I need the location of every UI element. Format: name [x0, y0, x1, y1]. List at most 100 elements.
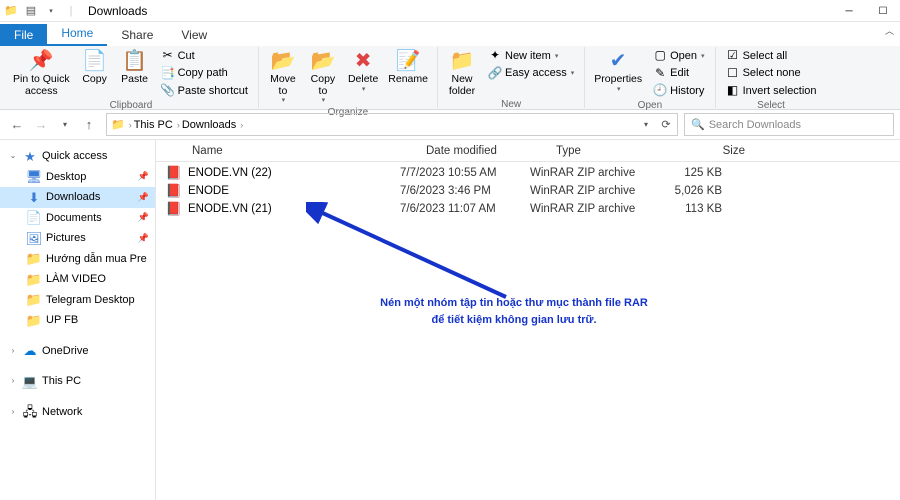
nav-network[interactable]: ›🖧Network — [0, 402, 155, 423]
copy-path-button[interactable]: 📑Copy path — [158, 65, 251, 81]
history-icon: 🕘 — [653, 84, 667, 98]
addr-dropdown-icon[interactable]: ▾ — [637, 116, 655, 134]
col-date[interactable]: Date modified — [420, 145, 550, 157]
nav-documents[interactable]: 📄Documents📌 — [0, 208, 155, 229]
nav-this-pc[interactable]: ›💻This PC — [0, 371, 155, 392]
nav-quick-access[interactable]: ⌄★Quick access — [0, 146, 155, 167]
new-item-button[interactable]: ✦New item▾ — [485, 48, 577, 64]
file-row[interactable]: 📕 ENODE.VN (22) 7/7/2023 10:55 AM WinRAR… — [156, 164, 900, 182]
qat-button-1[interactable]: ▤ — [22, 2, 40, 20]
chevron-right-icon[interactable]: › — [175, 120, 182, 130]
title-bar: 📁 ▤ ▾ | Downloads ─ ☐ — [0, 0, 900, 22]
archive-icon: 📕 — [166, 201, 182, 217]
network-icon: 🖧 — [22, 404, 38, 420]
nav-downloads[interactable]: ⬇Downloads📌 — [0, 187, 155, 208]
chevron-right-icon[interactable]: › — [8, 345, 18, 357]
open-button[interactable]: ▢Open▾ — [650, 48, 707, 64]
copy-button[interactable]: 📄Copy — [75, 47, 115, 88]
move-to-button[interactable]: 📂Move to▾ — [263, 47, 303, 107]
document-icon: 📄 — [26, 210, 42, 226]
group-label-clipboard: Clipboard — [110, 100, 153, 112]
col-name[interactable]: Name — [186, 145, 420, 157]
qat-dropdown[interactable]: ▾ — [42, 2, 60, 20]
search-input[interactable]: 🔍 Search Downloads — [684, 113, 894, 136]
tab-home[interactable]: Home — [47, 22, 107, 46]
chevron-down-icon[interactable]: ⌄ — [8, 150, 18, 162]
rename-button[interactable]: 📝Rename — [383, 47, 433, 88]
pc-icon: 💻 — [22, 373, 38, 389]
invert-selection-button[interactable]: ◧Invert selection — [723, 83, 820, 99]
tab-file[interactable]: File — [0, 24, 47, 46]
rename-icon: 📝 — [396, 49, 420, 73]
group-label-select: Select — [757, 100, 785, 112]
ribbon-tabs: File Home Share View — [0, 22, 900, 46]
paste-icon: 📋 — [123, 49, 147, 73]
folder-icon: 📁 — [26, 292, 42, 308]
folder-icon: 📁 — [26, 271, 42, 287]
history-button[interactable]: 🕘History — [650, 83, 707, 99]
move-icon: 📂 — [271, 49, 295, 73]
up-button[interactable]: ↑ — [78, 114, 100, 136]
address-bar: ← → ▾ ↑ 📁› This PC› Downloads› ▾ ⟳ 🔍 Sea… — [0, 110, 900, 140]
easy-access-button[interactable]: 🔗Easy access▾ — [485, 65, 577, 81]
col-type[interactable]: Type — [550, 145, 662, 157]
tab-view[interactable]: View — [167, 24, 221, 46]
chevron-right-icon[interactable]: › — [8, 406, 18, 418]
download-icon: ⬇ — [26, 189, 42, 205]
chevron-right-icon[interactable]: › — [238, 120, 245, 130]
select-all-button[interactable]: ☑Select all — [723, 48, 820, 64]
group-label-open: Open — [638, 100, 662, 112]
chevron-right-icon[interactable]: › — [8, 375, 18, 387]
pin-icon: 📌 — [138, 211, 149, 225]
select-none-button[interactable]: ☐Select none — [723, 65, 820, 81]
nav-folder-4[interactable]: 📁UP FB — [0, 310, 155, 331]
copy-to-button[interactable]: 📂Copy to▾ — [303, 47, 343, 107]
group-label-new: New — [501, 99, 521, 111]
archive-icon: 📕 — [166, 165, 182, 181]
properties-button[interactable]: ✔Properties▾ — [589, 47, 647, 95]
cut-button[interactable]: ✂Cut — [158, 48, 251, 64]
ribbon-minimize-icon[interactable]: ︿ — [885, 24, 894, 37]
archive-icon: 📕 — [166, 183, 182, 199]
nav-pictures[interactable]: 🖼Pictures📌 — [0, 228, 155, 249]
new-folder-button[interactable]: 📁New folder — [442, 47, 482, 99]
window-title: Downloads — [88, 4, 147, 18]
nav-desktop[interactable]: 🖥Desktop📌 — [0, 167, 155, 188]
edit-button[interactable]: ✎Edit — [650, 65, 707, 81]
properties-icon: ✔ — [606, 49, 630, 73]
chevron-right-icon[interactable]: › — [127, 120, 134, 130]
file-list: 📕 ENODE.VN (22) 7/7/2023 10:55 AM WinRAR… — [156, 162, 900, 220]
delete-button[interactable]: ✖Delete▾ — [343, 47, 383, 95]
col-size[interactable]: Size — [662, 145, 752, 157]
desktop-icon: 🖥 — [26, 169, 42, 185]
forward-button[interactable]: → — [30, 114, 52, 136]
back-button[interactable]: ← — [6, 114, 28, 136]
select-none-icon: ☐ — [726, 66, 740, 80]
refresh-button[interactable]: ⟳ — [657, 116, 675, 134]
nav-folder-3[interactable]: 📁Telegram Desktop — [0, 290, 155, 311]
breadcrumb-this-pc[interactable]: This PC› — [134, 119, 182, 131]
nav-onedrive[interactable]: ›☁OneDrive — [0, 341, 155, 362]
shortcut-icon: 📎 — [161, 84, 175, 98]
file-row[interactable]: 📕 ENODE.VN (21) 7/6/2023 11:07 AM WinRAR… — [156, 200, 900, 218]
maximize-button[interactable]: ☐ — [866, 0, 900, 22]
recent-button[interactable]: ▾ — [54, 114, 76, 136]
minimize-button[interactable]: ─ — [832, 0, 866, 22]
breadcrumb-downloads[interactable]: Downloads› — [182, 119, 245, 131]
column-headers: Name Date modified Type Size — [156, 140, 900, 162]
folder-icon: 📁 — [26, 312, 42, 328]
content-area: Name Date modified Type Size 📕 ENODE.VN … — [156, 140, 900, 500]
nav-folder-2[interactable]: 📁LÀM VIDEO — [0, 269, 155, 290]
nav-folder-1[interactable]: 📁Hướng dẫn mua Pre — [0, 249, 155, 270]
tab-share[interactable]: Share — [107, 24, 167, 46]
paste-button[interactable]: 📋Paste — [115, 47, 155, 88]
paste-shortcut-button[interactable]: 📎Paste shortcut — [158, 83, 251, 99]
new-item-icon: ✦ — [488, 49, 502, 63]
invert-icon: ◧ — [726, 84, 740, 98]
pin-icon: 📌 — [138, 170, 149, 184]
address-box[interactable]: 📁› This PC› Downloads› ▾ ⟳ — [106, 113, 678, 136]
file-row[interactable]: 📕 ENODE 7/6/2023 3:46 PM WinRAR ZIP arch… — [156, 182, 900, 200]
cloud-icon: ☁ — [22, 343, 38, 359]
pictures-icon: 🖼 — [26, 230, 42, 246]
pin-to-quick-access-button[interactable]: 📌Pin to Quick access — [8, 47, 75, 99]
